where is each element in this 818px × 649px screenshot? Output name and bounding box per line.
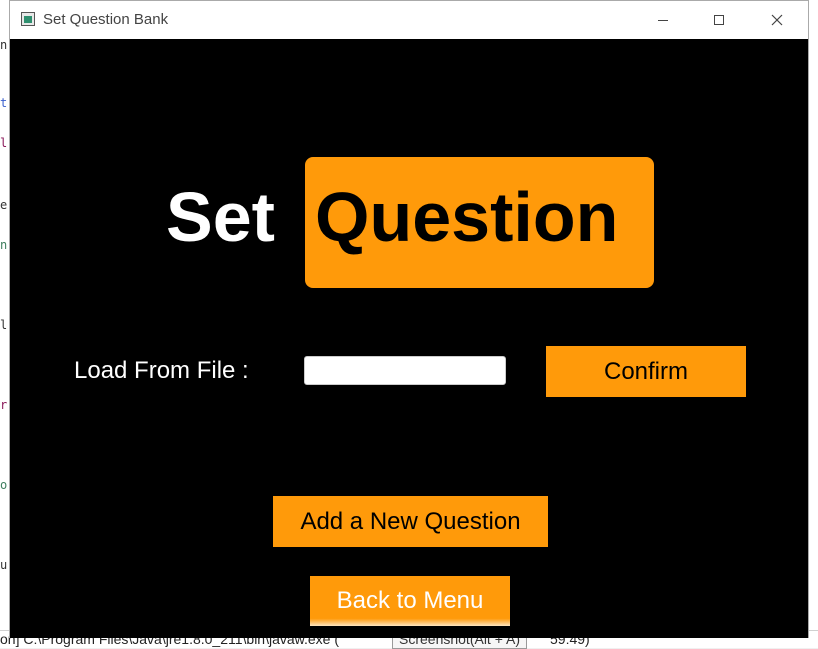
hero-title-question: Question [315, 178, 619, 256]
back-to-menu-button[interactable]: Back to Menu [310, 576, 510, 626]
app-icon [21, 12, 35, 26]
confirm-button[interactable]: Confirm [546, 346, 746, 397]
close-icon [771, 14, 783, 26]
add-new-question-button[interactable]: Add a New Question [273, 496, 548, 547]
code-fragment: r [0, 398, 8, 412]
code-fragment: l [0, 318, 8, 332]
code-fragment: e [0, 198, 8, 212]
code-fragment: n [0, 38, 8, 52]
code-fragment: n [0, 238, 8, 252]
minimize-icon [658, 19, 668, 21]
code-fragment: t [0, 96, 8, 110]
code-fragment: u [0, 558, 8, 572]
set-question-bank-window: Set Question Bank Set Question Load From… [9, 0, 809, 638]
close-button[interactable] [754, 1, 800, 39]
code-fragment: o [0, 478, 8, 492]
maximize-button[interactable] [696, 1, 742, 39]
minimize-button[interactable] [640, 1, 686, 39]
maximize-icon [714, 15, 724, 25]
file-path-input[interactable] [304, 356, 506, 385]
window-title: Set Question Bank [43, 11, 169, 28]
main-panel: Set Question Load From File : Confirm Ad… [10, 39, 808, 638]
load-from-file-label: Load From File : [74, 357, 249, 384]
code-fragment: l [0, 136, 8, 150]
title-bar[interactable]: Set Question Bank [10, 1, 808, 39]
hero-title-set: Set [166, 178, 275, 256]
